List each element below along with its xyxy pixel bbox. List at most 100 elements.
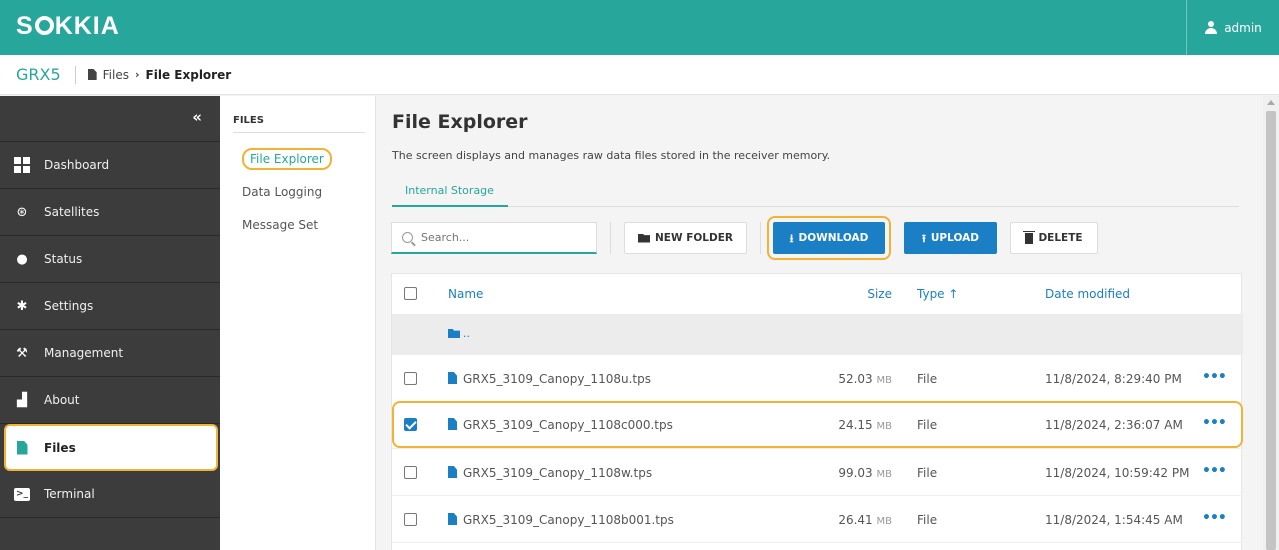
sidebar-item-terminal[interactable]: >_ Terminal xyxy=(0,471,220,518)
file-toolbar: NEW FOLDER ⭳ DOWNLOAD ⭱ UPLOAD DELETE xyxy=(391,216,1251,260)
name-column-header[interactable]: Name xyxy=(448,287,483,301)
table-row[interactable] xyxy=(392,542,1243,550)
sidebar-item-management[interactable]: ⚒ Management xyxy=(0,330,220,377)
sidebar-item-settings[interactable]: ✱ Settings xyxy=(0,283,220,330)
main-content: File Explorer The screen displays and ma… xyxy=(377,96,1263,550)
sidebar: « Dashboard ⊛ Satellites ● Status ✱ Sett… xyxy=(0,96,220,550)
date-column-header[interactable]: Date modified xyxy=(1045,287,1130,301)
download-label: DOWNLOAD xyxy=(798,232,869,244)
search-input[interactable] xyxy=(421,231,581,244)
sidebar-item-dashboard[interactable]: Dashboard xyxy=(0,142,220,189)
file-name-text: GRX5_3109_Canopy_1108w.tps xyxy=(463,466,653,480)
file-icon xyxy=(448,513,457,525)
file-table: Name Size Type ↑ Date modified .. GRX5_3… xyxy=(391,273,1243,550)
size-value: 24.15 xyxy=(838,418,873,432)
size-unit: MB xyxy=(876,421,893,432)
type-column-header[interactable]: Type ↑ xyxy=(917,287,958,301)
file-name[interactable]: GRX5_3109_Canopy_1108b001.tps xyxy=(448,513,674,527)
parent-folder-row[interactable]: .. xyxy=(392,314,1243,354)
delete-button[interactable]: DELETE xyxy=(1010,222,1098,254)
file-icon xyxy=(448,418,457,430)
file-icon xyxy=(448,372,457,384)
sidebar-item-about[interactable]: ▟ About xyxy=(0,377,220,424)
file-type: File xyxy=(917,466,938,480)
user-name: admin xyxy=(1224,20,1262,35)
delete-label: DELETE xyxy=(1038,232,1083,244)
user-icon xyxy=(1204,20,1218,35)
page-title: File Explorer xyxy=(392,111,528,133)
download-icon: ⭳ xyxy=(789,231,794,245)
sidebar-item-label: About xyxy=(44,393,80,407)
table-row[interactable]: GRX5_3109_Canopy_1108b001.tps 26.41 MB F… xyxy=(392,495,1243,542)
size-column-header[interactable]: Size xyxy=(812,287,892,301)
table-row-selected[interactable]: GRX5_3109_Canopy_1108c000.tps 24.15 MB F… xyxy=(392,401,1243,448)
upload-button[interactable]: ⭱ UPLOAD xyxy=(904,222,997,254)
subnav-item-data-logging[interactable]: Data Logging xyxy=(242,185,322,199)
table-row[interactable]: GRX5_3109_Canopy_1108w.tps 99.03 MB File… xyxy=(392,448,1243,495)
file-size: 52.03 MB xyxy=(812,372,892,386)
satellite-icon: ⊛ xyxy=(16,204,28,220)
double-chevron-left-icon: « xyxy=(192,108,202,126)
table-row[interactable]: GRX5_3109_Canopy_1108u.tps 52.03 MB File… xyxy=(392,354,1243,401)
sokkia-logo: S KKIA xyxy=(16,12,120,40)
parent-folder-label: .. xyxy=(463,327,470,340)
folder-plus-icon xyxy=(638,233,651,243)
more-options-icon[interactable]: ••• xyxy=(1202,369,1227,385)
scroll-up-arrow-icon[interactable] xyxy=(1267,100,1275,105)
file-name[interactable]: GRX5_3109_Canopy_1108w.tps xyxy=(448,466,652,480)
row-checkbox[interactable] xyxy=(404,418,417,431)
subnav-item-message-set[interactable]: Message Set xyxy=(242,218,318,232)
tab-internal-storage[interactable]: Internal Storage xyxy=(392,178,508,207)
search-icon xyxy=(402,232,413,243)
sidebar-item-label: Settings xyxy=(44,299,94,313)
vertical-scrollbar[interactable] xyxy=(1263,96,1279,550)
chevron-right-icon: › xyxy=(135,68,140,81)
row-checkbox[interactable] xyxy=(404,466,417,479)
device-name[interactable]: GRX5 xyxy=(0,65,76,84)
page-description: The screen displays and manages raw data… xyxy=(392,149,831,162)
file-icon xyxy=(87,69,97,80)
file-size: 99.03 MB xyxy=(812,466,892,480)
file-size: 26.41 MB xyxy=(812,513,892,527)
file-name[interactable]: GRX5_3109_Canopy_1108u.tps xyxy=(448,372,651,386)
file-type: File xyxy=(917,372,938,386)
file-name[interactable]: GRX5_3109_Canopy_1108c000.tps xyxy=(448,418,673,432)
top-bar: S KKIA admin xyxy=(0,0,1279,55)
more-options-icon[interactable]: ••• xyxy=(1202,415,1227,431)
row-checkbox[interactable] xyxy=(404,372,417,385)
breadcrumb: Files › File Explorer xyxy=(76,68,231,82)
upload-icon: ⭱ xyxy=(922,231,926,245)
sidebar-item-label: Status xyxy=(44,252,83,266)
file-name-text: GRX5_3109_Canopy_1108b001.tps xyxy=(463,513,674,527)
sidebar-item-label: Dashboard xyxy=(44,158,110,172)
collapse-sidebar-button[interactable]: « xyxy=(0,96,220,142)
breadcrumb-bar: GRX5 Files › File Explorer xyxy=(0,55,1279,95)
download-button[interactable]: ⭳ DOWNLOAD xyxy=(767,216,891,260)
wrench-icon: ⚒ xyxy=(16,345,28,361)
new-folder-button[interactable]: NEW FOLDER xyxy=(624,222,747,254)
file-date: 11/8/2024, 2:36:07 AM xyxy=(1045,418,1183,432)
size-value: 52.03 xyxy=(838,372,873,386)
gear-icon: ✱ xyxy=(16,298,28,314)
more-options-icon[interactable]: ••• xyxy=(1202,510,1227,526)
user-menu[interactable]: admin xyxy=(1186,0,1279,55)
breadcrumb-files[interactable]: Files xyxy=(103,68,129,82)
file-icon xyxy=(448,466,457,478)
more-options-icon[interactable]: ••• xyxy=(1202,463,1227,479)
row-checkbox[interactable] xyxy=(404,513,417,526)
terminal-icon: >_ xyxy=(14,487,30,501)
sidebar-item-label: Satellites xyxy=(44,205,100,219)
file-name-text: GRX5_3109_Canopy_1108c000.tps xyxy=(463,418,673,432)
location-pin-icon: ● xyxy=(16,251,28,267)
size-unit: MB xyxy=(876,516,893,527)
select-all-checkbox[interactable] xyxy=(404,287,417,300)
sidebar-item-files[interactable]: Files xyxy=(4,424,218,471)
sidebar-item-label: Files xyxy=(44,440,76,455)
scrollbar-thumb[interactable] xyxy=(1266,111,1276,550)
search-box[interactable] xyxy=(391,222,597,254)
sidebar-item-satellites[interactable]: ⊛ Satellites xyxy=(0,189,220,236)
sidebar-item-status[interactable]: ● Status xyxy=(0,236,220,283)
subnav-item-file-explorer[interactable]: File Explorer xyxy=(242,148,332,170)
storage-tabs: Internal Storage xyxy=(392,178,1239,207)
size-value: 99.03 xyxy=(838,466,873,480)
